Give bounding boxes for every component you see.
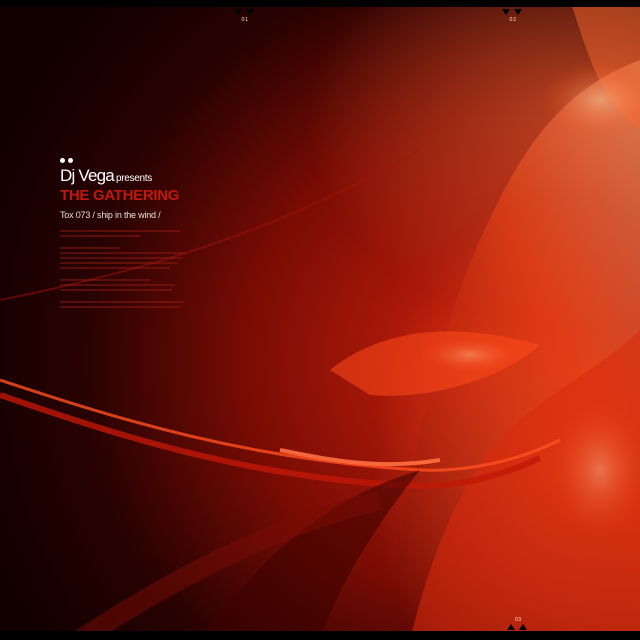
release-catalog: Tox 073 / ship in the wind / xyxy=(60,210,161,220)
bottom-border xyxy=(0,631,640,640)
release-text-block: Dj Vega presents THE GATHERING Tox 073 / … xyxy=(60,158,260,311)
marker-top-right: 02 xyxy=(500,7,526,23)
album-cover: 01 02 03 Dj Vega presents THE GATHERING T… xyxy=(0,0,640,640)
release-title: THE GATHERING xyxy=(60,187,180,204)
marker-top-left: 01 xyxy=(232,7,258,23)
fine-print-lines xyxy=(60,230,260,308)
logo-dots-icon xyxy=(60,158,260,163)
artist-line: Dj Vega presents xyxy=(60,167,260,188)
glow-highlight xyxy=(420,337,520,373)
marker-number: 01 xyxy=(241,17,249,23)
top-border xyxy=(0,0,640,7)
artist-name: Dj Vega xyxy=(60,166,115,185)
abstract-red-art xyxy=(0,0,640,640)
marker-number: 02 xyxy=(509,17,517,23)
triangle-marker-icon xyxy=(502,9,522,15)
triangle-marker-icon xyxy=(234,9,254,15)
presents-word: presents xyxy=(115,173,152,184)
triangle-marker-icon xyxy=(507,624,527,630)
marker-bottom-right: 03 xyxy=(505,617,531,631)
